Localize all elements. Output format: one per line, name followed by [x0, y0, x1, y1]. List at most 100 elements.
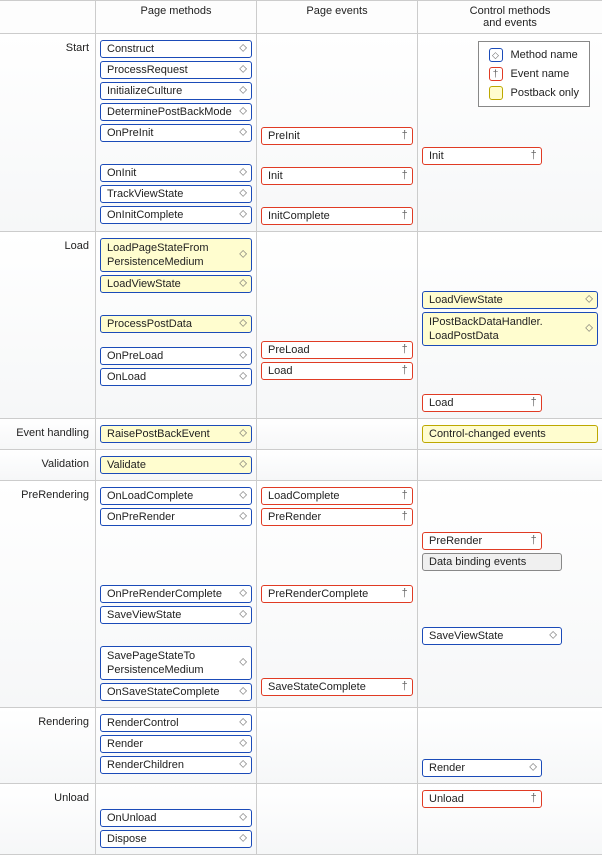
- load-page-events: PreLoad Load: [257, 232, 418, 418]
- section-validation: Validation Validate: [0, 450, 602, 481]
- control-unload-event: Unload: [422, 790, 542, 808]
- diamond-icon: [239, 187, 247, 202]
- unload-page-methods: OnUnload Dispose: [96, 784, 257, 854]
- prer-page-methods: OnLoadComplete OnPreRender OnPreRenderCo…: [96, 481, 257, 707]
- onload-method: OnLoad: [100, 368, 252, 386]
- diamond-icon: [239, 208, 247, 223]
- raisepostbackevent-method: RaisePostBackEvent: [100, 425, 252, 443]
- diamond-icon: [239, 832, 247, 847]
- dagger-icon: [401, 587, 408, 601]
- onpreinit-method: OnPreInit: [100, 124, 252, 142]
- diamond-icon: [239, 510, 247, 525]
- phase-eh-label: Event handling: [0, 419, 96, 449]
- col-page-methods: Page methods: [96, 1, 257, 33]
- prerendercomplete-event: PreRenderComplete: [261, 585, 413, 603]
- diamond-icon: [239, 349, 247, 364]
- prer-control: PreRender Data binding events SaveViewSt…: [418, 481, 602, 707]
- prerender-event: PreRender: [261, 508, 413, 526]
- control-render-method: Render: [422, 759, 542, 777]
- diamond-icon: [239, 716, 247, 731]
- col-page-events: Page events: [257, 1, 418, 33]
- control-prerender-event: PreRender: [422, 532, 542, 550]
- oninit-method: OnInit: [100, 164, 252, 182]
- diamond-icon: [239, 370, 247, 385]
- legend-postback-label: Postback only: [511, 87, 579, 99]
- savestatecomplete-event: SaveStateComplete: [261, 678, 413, 696]
- dagger-icon: [401, 364, 408, 378]
- renderchildren-method: RenderChildren: [100, 756, 252, 774]
- dagger-icon: [530, 396, 537, 410]
- render-method: Render: [100, 735, 252, 753]
- dagger-icon: [530, 792, 537, 806]
- section-unload: Unload OnUnload Dispose Unload: [0, 784, 602, 854]
- initializeculture-method: InitializeCulture: [100, 82, 252, 100]
- prer-page-events: LoadComplete PreRender PreRenderComplete…: [257, 481, 418, 707]
- oninitcomplete-method: OnInitComplete: [100, 206, 252, 224]
- preload-event: PreLoad: [261, 341, 413, 359]
- diamond-icon: [529, 761, 537, 776]
- col-phase: [0, 1, 96, 33]
- control-load-event: Load: [422, 394, 542, 412]
- trackviewstate-method: TrackViewState: [100, 185, 252, 203]
- processrequest-method: ProcessRequest: [100, 61, 252, 79]
- diamond-icon: [489, 48, 503, 62]
- diamond-icon: [239, 42, 247, 57]
- diamond-icon: [239, 758, 247, 773]
- diamond-icon: [585, 293, 593, 308]
- legend-event: Event name: [489, 67, 579, 81]
- onsavestatecomplete-method: OnSaveStateComplete: [100, 683, 252, 701]
- determinepostbackmode-method: DeterminePostBackMode: [100, 103, 252, 121]
- column-headers: Page methods Page events Control methods…: [0, 1, 602, 34]
- section-event-handling: Event handling RaisePostBackEvent Contro…: [0, 419, 602, 450]
- load-page-methods: LoadPageStateFrom PersistenceMedium Load…: [96, 232, 257, 418]
- onunload-method: OnUnload: [100, 809, 252, 827]
- diamond-icon: [239, 587, 247, 602]
- initcomplete-event: InitComplete: [261, 207, 413, 225]
- diamond-icon: [239, 685, 247, 700]
- dagger-icon: [489, 67, 503, 81]
- dispose-method: Dispose: [100, 830, 252, 848]
- onpreload-method: OnPreLoad: [100, 347, 252, 365]
- data-binding-events: Data binding events: [422, 553, 562, 571]
- diamond-icon: [549, 629, 557, 644]
- dagger-icon: [401, 343, 408, 357]
- dagger-icon: [401, 209, 408, 223]
- legend: Method name Event name Postback only: [478, 41, 590, 107]
- phase-start-label: Start: [0, 34, 96, 231]
- phase-val-label: Validation: [0, 450, 96, 480]
- section-load: Load LoadPageStateFrom PersistenceMedium…: [0, 232, 602, 419]
- diamond-icon: [239, 608, 247, 623]
- diamond-icon: [239, 277, 247, 292]
- diamond-icon: [239, 166, 247, 181]
- start-page-events: PreInit Init InitComplete: [257, 34, 418, 231]
- dagger-icon: [530, 534, 537, 548]
- phase-prer-label: PreRendering: [0, 481, 96, 707]
- loadviewstate-method: LoadViewState: [100, 275, 252, 293]
- legend-method-label: Method name: [511, 49, 578, 61]
- diamond-icon: [239, 105, 247, 120]
- loadpagestate-method: LoadPageStateFrom PersistenceMedium: [100, 238, 252, 272]
- phase-rend-label: Rendering: [0, 708, 96, 783]
- dagger-icon: [401, 489, 408, 503]
- section-prerendering: PreRendering OnLoadComplete OnPreRender …: [0, 481, 602, 708]
- processpostdata-method: ProcessPostData: [100, 315, 252, 333]
- control-saveviewstate-method: SaveViewState: [422, 627, 562, 645]
- phase-unload-label: Unload: [0, 784, 96, 854]
- section-rendering: Rendering RenderControl Render RenderChi…: [0, 708, 602, 784]
- dagger-icon: [401, 510, 408, 524]
- saveviewstate-method: SaveViewState: [100, 606, 252, 624]
- dagger-icon: [401, 129, 408, 143]
- yellow-swatch-icon: [489, 86, 503, 100]
- phase-load-label: Load: [0, 232, 96, 418]
- loadcomplete-event: LoadComplete: [261, 487, 413, 505]
- onprerender-method: OnPreRender: [100, 508, 252, 526]
- diamond-icon: [239, 84, 247, 99]
- lifecycle-diagram: Method name Event name Postback only Pag…: [0, 0, 602, 855]
- rendercontrol-method: RenderControl: [100, 714, 252, 732]
- construct-method: Construct: [100, 40, 252, 58]
- dagger-icon: [401, 680, 408, 694]
- diamond-icon: [239, 458, 247, 473]
- dagger-icon: [401, 169, 408, 183]
- diamond-icon: [239, 489, 247, 504]
- diamond-icon: [239, 656, 247, 671]
